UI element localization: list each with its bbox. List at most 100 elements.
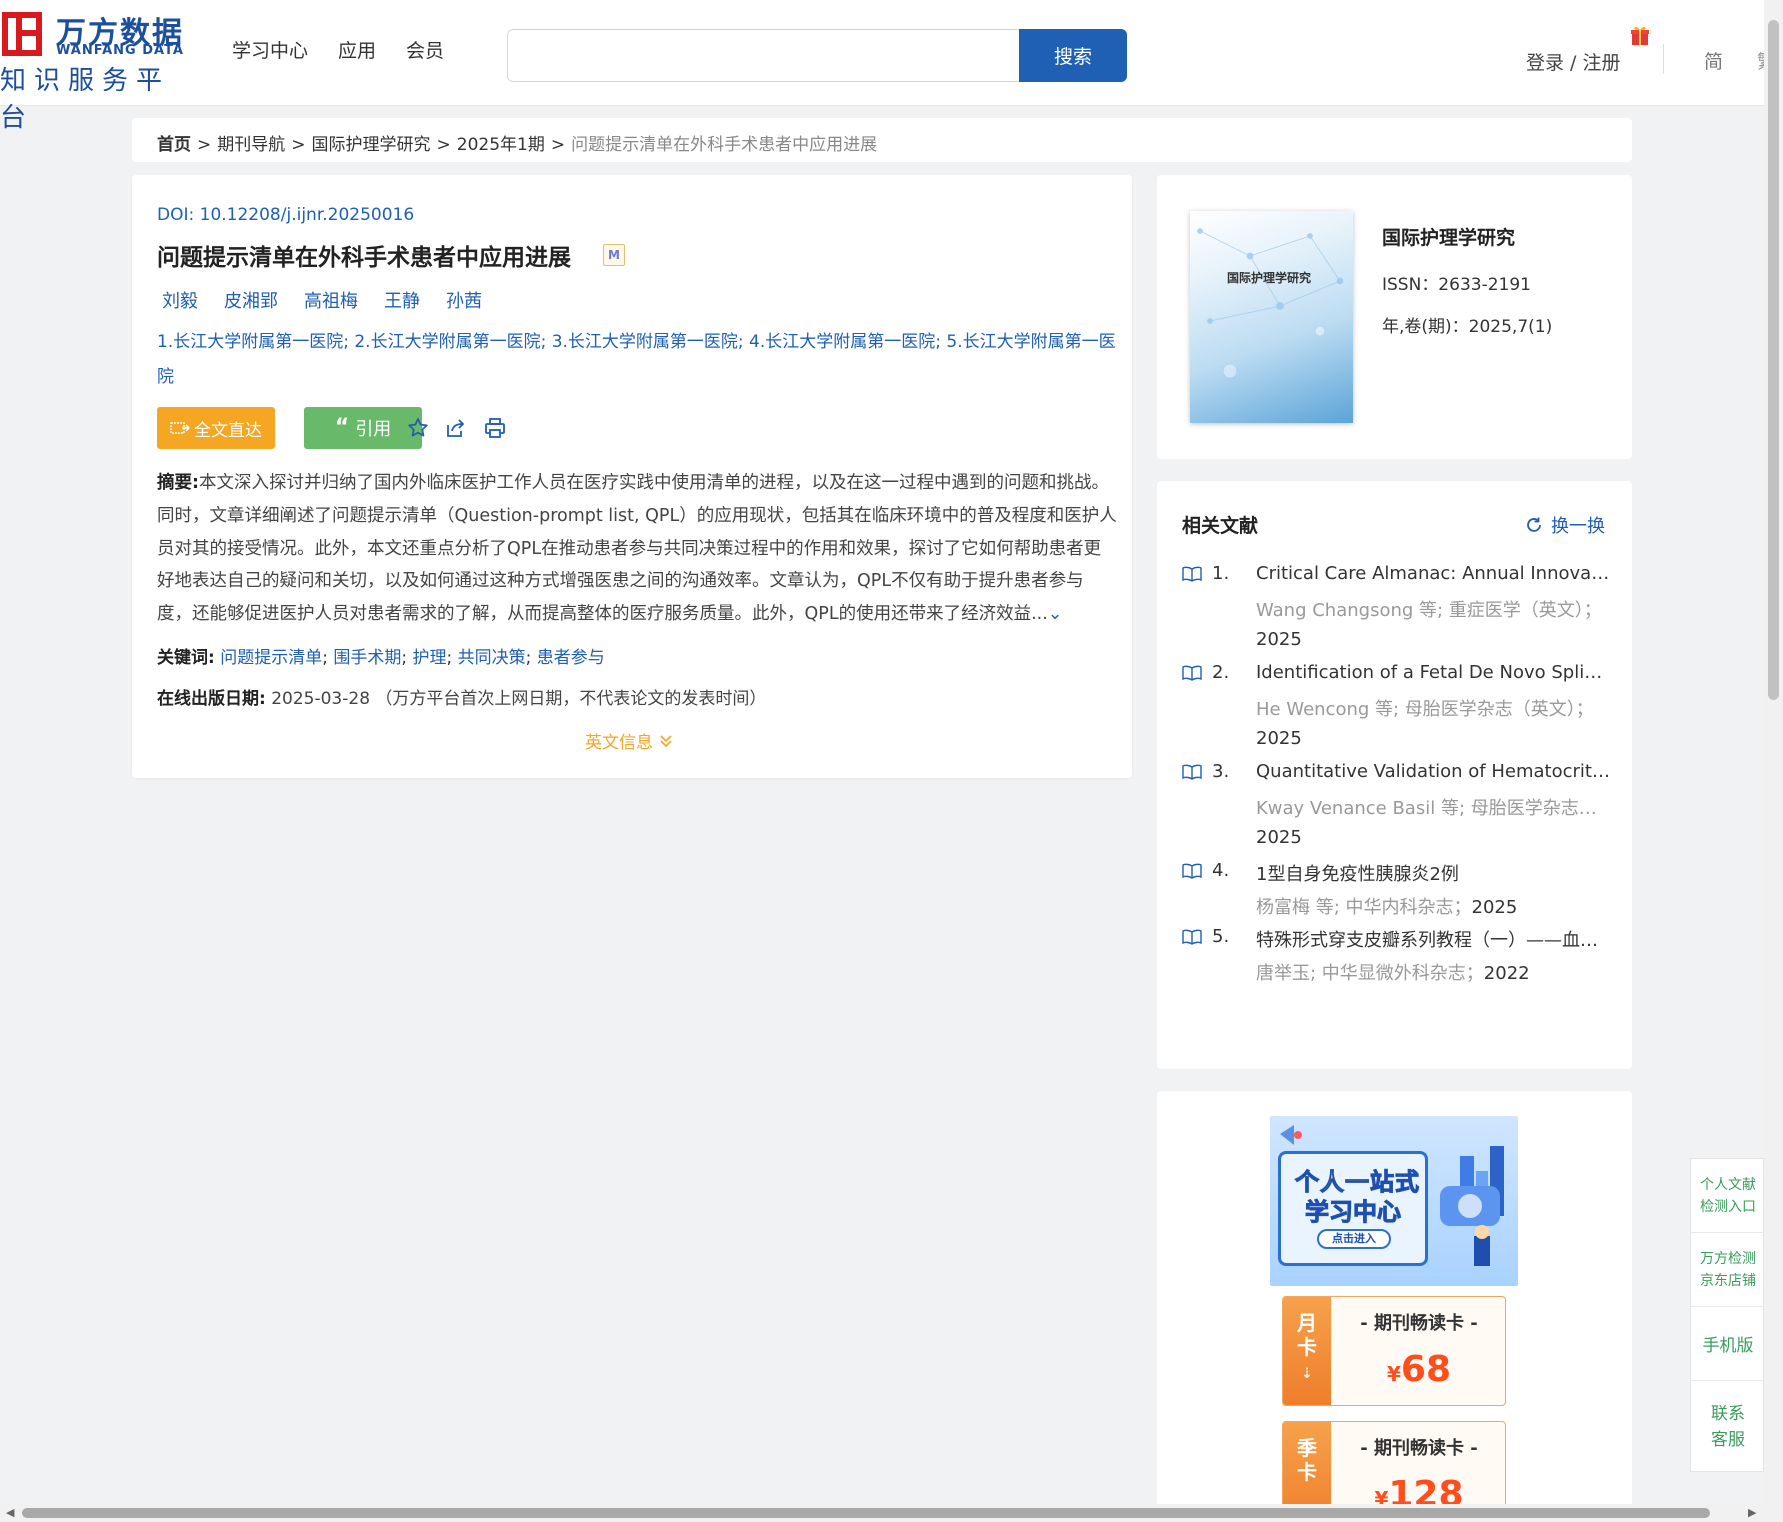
related-title-link[interactable]: Identification of a Fetal De Novo Splice… xyxy=(1256,662,1612,683)
banner-cta[interactable]: 点击进入 xyxy=(1317,1229,1391,1249)
float-support[interactable]: 联系客服 xyxy=(1691,1381,1765,1473)
related-item[interactable]: 5. 特殊形式穿支皮瓣系列教程（一）——血流... 唐举玉; 中华显微外科杂志；… xyxy=(1182,926,1612,992)
book-icon xyxy=(1182,863,1202,879)
related-year: 2025 xyxy=(1256,827,1302,848)
related-meta: Kway Venance Basil 等; 母胎医学杂志（... xyxy=(1256,798,1612,819)
keywords-label: 关键词: xyxy=(157,648,215,668)
wanfang-logo[interactable]: 万方数据 WANFANG DATA 知识服务平台 xyxy=(0,8,190,133)
author-link[interactable]: 皮湘郢 xyxy=(224,287,278,313)
related-item[interactable]: 1. Critical Care Almanac: Annual Innovat… xyxy=(1182,563,1612,663)
login-register-link[interactable]: 登录 / 注册 xyxy=(1526,48,1620,75)
share-icon[interactable] xyxy=(443,416,467,440)
breadcrumb-journal-nav[interactable]: 期刊导航 xyxy=(217,135,285,155)
related-meta: 唐举玉; 中华显微外科杂志；2022 xyxy=(1256,959,1612,985)
affiliations[interactable]: 1.长江大学附属第一医院; 2.长江大学附属第一医院; 3.长江大学附属第一医院… xyxy=(157,325,1117,395)
expand-chevron-icon[interactable]: ⌄ xyxy=(1048,604,1063,624)
related-meta: 杨富梅 等; 中华内科杂志；2025 xyxy=(1256,893,1612,919)
breadcrumb-home[interactable]: 首页 xyxy=(157,135,191,155)
related-num: 1. xyxy=(1212,563,1230,584)
keyword-link[interactable]: 护理 xyxy=(413,648,447,668)
related-title-link[interactable]: Critical Care Almanac: Annual Innovation… xyxy=(1256,563,1612,584)
abstract: 摘要:本文深入探讨并归纳了国内外临床医护工作人员在医疗实践中使用清单的进程，以及… xyxy=(157,467,1117,631)
related-num: 4. xyxy=(1212,860,1230,881)
breadcrumb-issue[interactable]: 2025年1期 xyxy=(457,135,545,155)
fulltext-icon xyxy=(170,422,190,434)
float-mobile[interactable]: 手机版 xyxy=(1691,1307,1765,1381)
keywords: 关键词: 问题提示清单; 围手术期; 护理; 共同决策; 患者参与 xyxy=(157,648,605,668)
quarterly-card-offer[interactable]: 季卡 - 期刊畅读卡 - ¥128 xyxy=(1282,1421,1506,1504)
divider xyxy=(1663,44,1664,74)
breadcrumb-sep: > xyxy=(436,135,451,155)
nav-study-center[interactable]: 学习中心 xyxy=(232,36,308,63)
nav-membership[interactable]: 会员 xyxy=(406,36,444,63)
related-item[interactable]: 3. Quantitative Validation of Hematocrit… xyxy=(1182,761,1612,861)
cover-title: 国际护理学研究 xyxy=(1227,271,1312,285)
publish-date: 在线出版日期: 2025-03-28 （万方平台首次上网日期，不代表论文的发表时… xyxy=(157,684,766,709)
search-input[interactable] xyxy=(507,29,1019,82)
vertical-scrollbar[interactable] xyxy=(1764,0,1783,1522)
book-icon xyxy=(1182,566,1202,582)
author-link[interactable]: 高祖梅 xyxy=(304,287,358,313)
author-link[interactable]: 刘毅 xyxy=(162,287,198,313)
english-info-toggle[interactable]: 英文信息 xyxy=(585,728,673,753)
article-card: DOI: 10.12208/j.ijnr.20250016 问题提示清单在外科手… xyxy=(132,175,1132,778)
print-icon[interactable] xyxy=(483,416,507,440)
book-icon xyxy=(1182,764,1202,780)
main-nav: 学习中心 应用 会员 xyxy=(232,36,444,63)
float-jd-store[interactable]: 万方检测京东店铺 xyxy=(1691,1233,1765,1307)
search-button[interactable]: 搜索 xyxy=(1019,29,1127,82)
author-link[interactable]: 孙茜 xyxy=(446,287,482,313)
scroll-left-arrow-icon[interactable]: ◀ xyxy=(6,1506,14,1519)
article-title: 问题提示清单在外科手术患者中应用进展 xyxy=(157,245,571,271)
fulltext-button[interactable]: 全文直达 xyxy=(157,407,275,449)
journal-name[interactable]: 国际护理学研究 xyxy=(1382,223,1515,250)
doi-link[interactable]: 10.12208/j.ijnr.20250016 xyxy=(200,205,415,225)
cover-network-pattern xyxy=(1197,228,1344,379)
keyword-link[interactable]: 围手术期 xyxy=(333,648,401,668)
gift-icon[interactable] xyxy=(1630,24,1650,46)
related-meta-text: 唐举玉; 中华显微外科杂志； xyxy=(1256,963,1484,984)
refresh-button[interactable]: 换一换 xyxy=(1525,512,1605,538)
keyword-link[interactable]: 共同决策 xyxy=(458,648,526,668)
related-title-link[interactable]: Quantitative Validation of Hematocrit Pe… xyxy=(1256,761,1612,782)
monthly-card-offer[interactable]: 月卡 ⇣ - 期刊畅读卡 - ¥68 xyxy=(1282,1296,1506,1406)
related-title-link[interactable]: 1型自身免疫性胰腺炎2例 xyxy=(1256,860,1612,886)
related-num: 2. xyxy=(1212,662,1230,683)
megaphone-icon xyxy=(1280,1125,1302,1145)
offer-tag: 季卡 xyxy=(1283,1422,1331,1504)
nav-apps[interactable]: 应用 xyxy=(338,36,376,63)
author-list: 刘毅 皮湘郢 高祖梅 王静 孙茜 xyxy=(162,287,482,313)
keyword-link[interactable]: 患者参与 xyxy=(537,648,605,668)
scroll-right-arrow-icon[interactable]: ▶ xyxy=(1748,1506,1756,1519)
journal-issn: ISSN：2633-2191 xyxy=(1382,275,1531,295)
cite-button[interactable]: “ 引用 xyxy=(304,407,422,449)
journal-cover[interactable]: 国际护理学研究 xyxy=(1190,211,1353,423)
offer-currency: ¥ xyxy=(1374,1487,1389,1504)
breadcrumb-sep: > xyxy=(197,135,212,155)
author-link[interactable]: 王静 xyxy=(384,287,420,313)
vertical-scroll-thumb[interactable] xyxy=(1768,20,1779,700)
lang-simplified[interactable]: 简 xyxy=(1704,47,1723,74)
abstract-label: 摘要: xyxy=(157,473,199,493)
related-meta: He Wencong 等; 母胎医学杂志（英文）； xyxy=(1256,699,1594,720)
promo-card: 个人一站式 学习中心 点击进入 月卡 ⇣ - 期刊畅读卡 - ¥68 季卡 - 期… xyxy=(1157,1091,1632,1504)
journal-volume: 年,卷(期)：2025,7(1) xyxy=(1382,317,1553,337)
horizontal-scroll-thumb[interactable] xyxy=(22,1508,1710,1518)
breadcrumb: 首页 > 期刊导航 > 国际护理学研究 >2025年1期 > 问题提示清单在外科手术患者中应用… xyxy=(132,118,1632,162)
study-center-banner[interactable]: 个人一站式 学习中心 点击进入 xyxy=(1270,1116,1518,1286)
star-icon[interactable] xyxy=(406,416,430,440)
related-title-link[interactable]: 特殊形式穿支皮瓣系列教程（一）——血流... xyxy=(1256,926,1612,952)
logo-text-en: WANFANG DATA xyxy=(56,43,184,58)
logo-mark-icon xyxy=(2,12,42,56)
related-item[interactable]: 4. 1型自身免疫性胰腺炎2例 杨富梅 等; 中华内科杂志；2025 xyxy=(1182,860,1612,926)
related-item[interactable]: 2. Identification of a Fetal De Novo Spl… xyxy=(1182,662,1612,762)
pubdate-label: 在线出版日期: xyxy=(157,689,266,709)
keyword-link[interactable]: 问题提示清单 xyxy=(220,648,322,668)
chevron-down-icon: ⇣ xyxy=(1301,1366,1313,1382)
banner-line2: 学习中心 xyxy=(1305,1198,1402,1227)
horizontal-scrollbar[interactable]: ◀ ▶ xyxy=(0,1504,1764,1522)
banner-box: 个人一站式 学习中心 点击进入 xyxy=(1278,1151,1428,1266)
breadcrumb-journal[interactable]: 国际护理学研究 xyxy=(312,135,431,155)
related-num: 3. xyxy=(1212,761,1230,782)
float-detection-entry[interactable]: 个人文献检测入口 xyxy=(1691,1159,1765,1233)
